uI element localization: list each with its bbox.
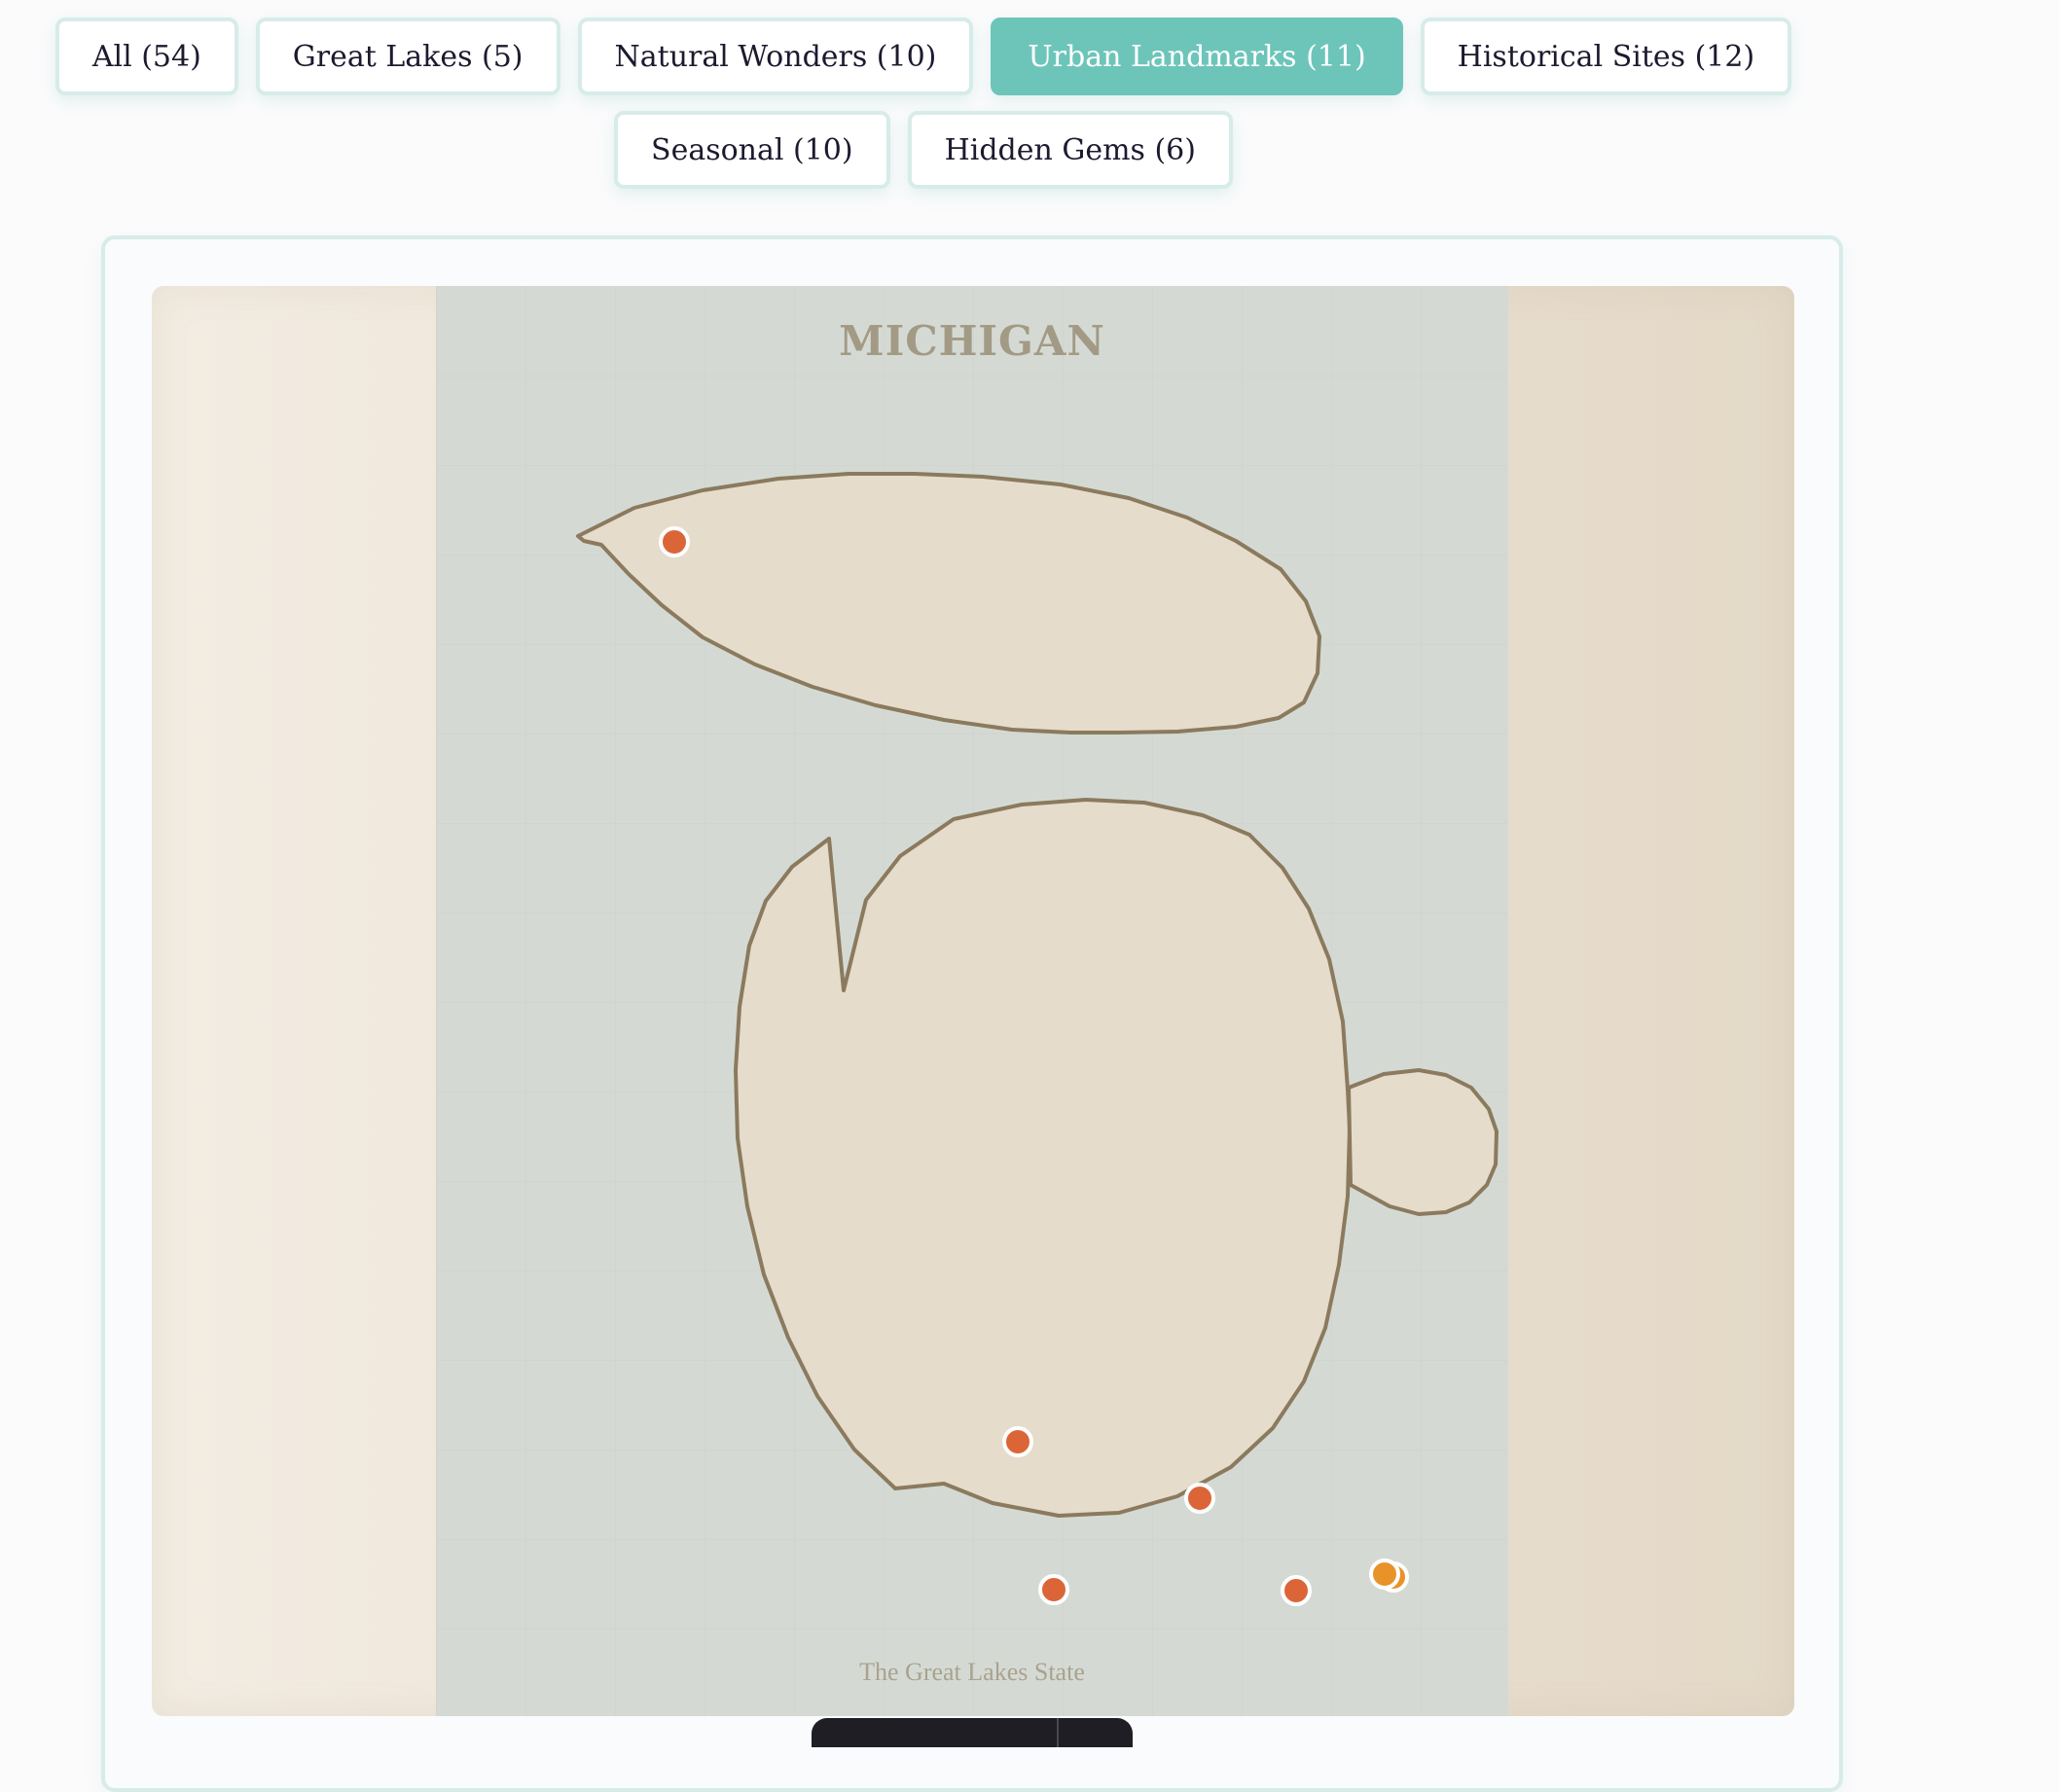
map-pin[interactable] [1369, 1559, 1400, 1590]
toolbar-divider [1057, 1718, 1059, 1747]
map-pin[interactable] [1281, 1575, 1312, 1606]
filter-seasonal[interactable]: Seasonal (10) [614, 111, 890, 189]
map-frame [152, 286, 1794, 1716]
map-pin[interactable] [1184, 1483, 1215, 1514]
bottom-toolbar[interactable] [812, 1718, 1133, 1747]
michigan-map [436, 286, 1508, 1716]
map-pin[interactable] [1002, 1426, 1033, 1457]
map-title: MICHIGAN [839, 317, 1105, 365]
filter-natural-wonders[interactable]: Natural Wonders (10) [577, 18, 974, 95]
filter-urban-landmarks[interactable]: Urban Landmarks (11) [991, 18, 1403, 95]
map-pin[interactable] [659, 526, 690, 557]
filter-all[interactable]: All (54) [54, 18, 238, 95]
map-subtitle: The Great Lakes State [859, 1658, 1085, 1686]
map-pin[interactable] [1038, 1574, 1069, 1605]
category-filter-bar: All (54) Great Lakes (5) Natural Wonders… [0, 18, 1847, 189]
filter-hidden-gems[interactable]: Hidden Gems (6) [907, 111, 1233, 189]
filter-great-lakes[interactable]: Great Lakes (5) [255, 18, 560, 95]
filter-historical-sites[interactable]: Historical Sites (12) [1420, 18, 1792, 95]
lower-peninsula[interactable] [734, 798, 1352, 1518]
thumb-region[interactable] [1347, 1068, 1499, 1216]
